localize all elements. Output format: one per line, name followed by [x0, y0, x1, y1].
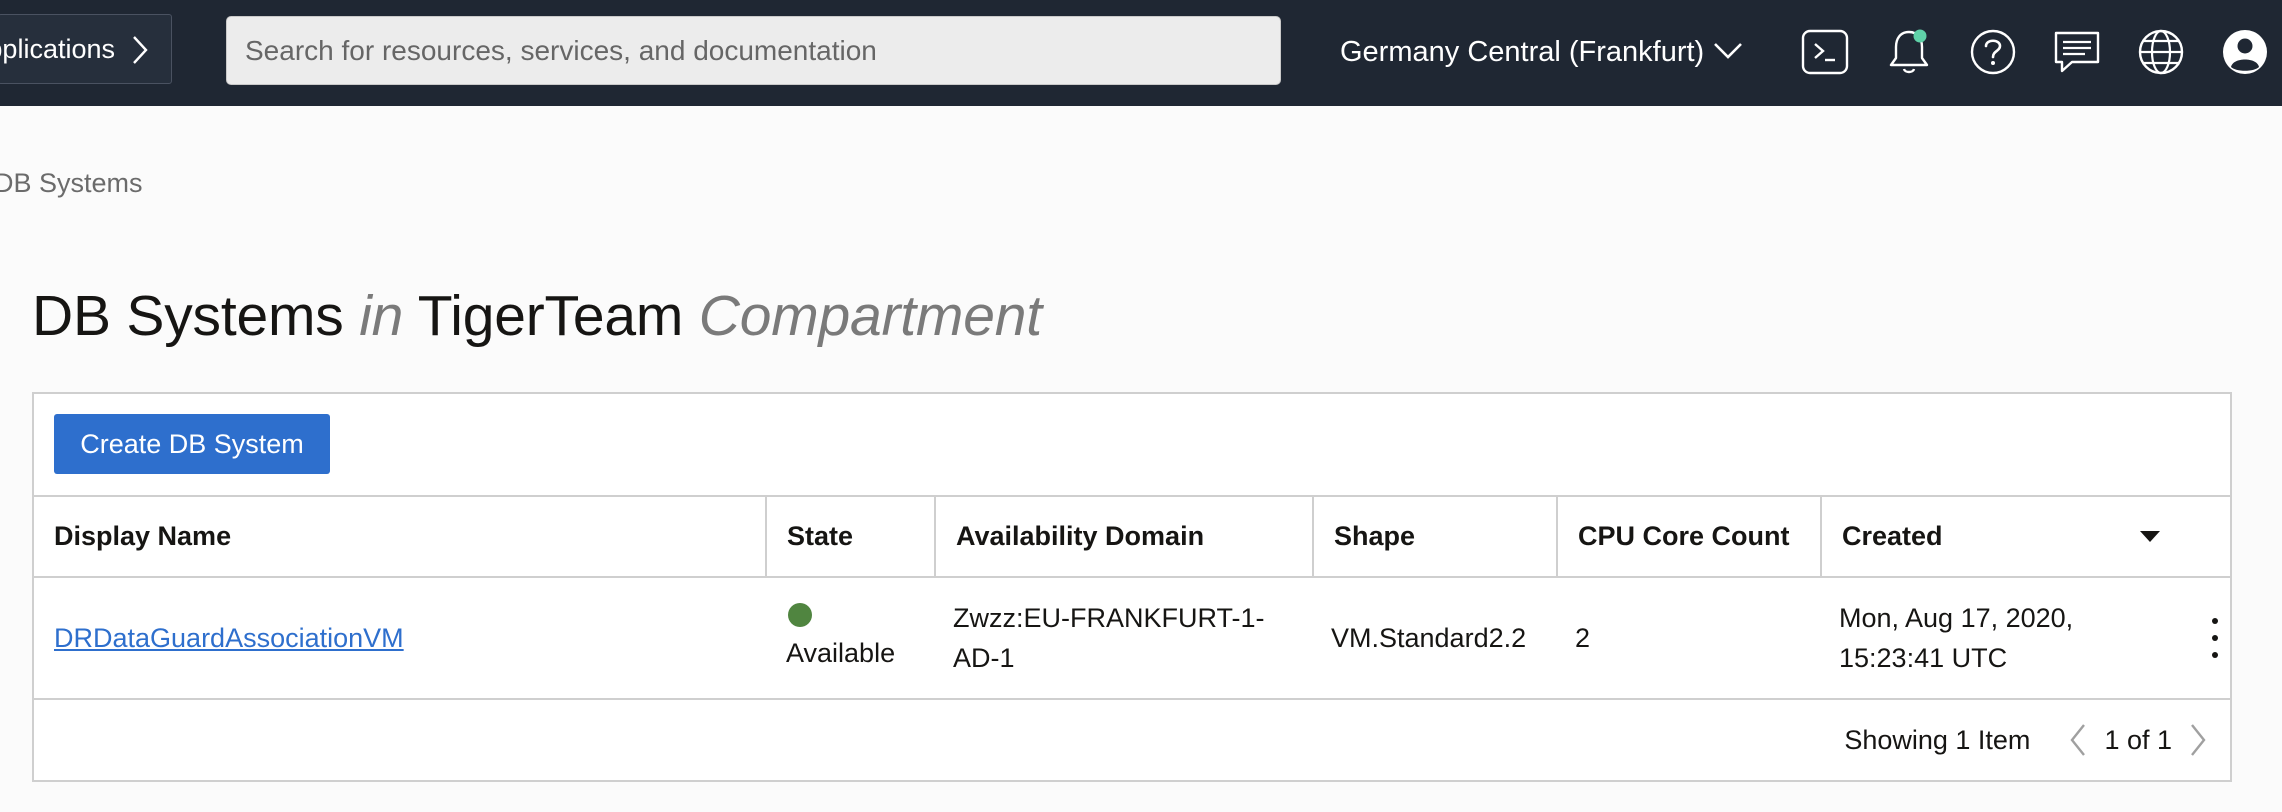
next-page-icon[interactable]	[2180, 720, 2216, 760]
top-navigation-bar: Applications Germany Central (Frankfurt)	[0, 0, 2282, 106]
applications-label: Applications	[0, 33, 115, 64]
bell-icon[interactable]	[1881, 24, 1937, 80]
state-available-icon	[788, 603, 812, 627]
notification-dot	[1913, 29, 1927, 43]
region-label: Germany Central (Frankfurt)	[1340, 35, 1705, 68]
sort-descending-icon[interactable]	[2140, 531, 2160, 542]
table-header-row: Display Name State Availability Domain S…	[34, 495, 2230, 578]
column-header-created-label: Created	[1842, 521, 1943, 551]
db-system-name-link[interactable]: DRDataGuardAssociationVM	[54, 623, 404, 653]
column-header-state[interactable]: State	[766, 495, 936, 578]
column-header-availability-domain[interactable]: Availability Domain	[935, 495, 1314, 578]
column-header-cpu-core-count[interactable]: CPU Core Count	[1557, 495, 1822, 578]
cloud-shell-icon[interactable]	[1797, 24, 1853, 80]
row-actions-kebab-icon[interactable]	[2200, 618, 2230, 658]
table-row: DRDataGuardAssociationVM Available Zwzz:…	[34, 577, 2230, 700]
help-icon[interactable]	[1965, 24, 2021, 80]
availability-domain-line1: Zwzz:EU-FRANKFURT-1-	[953, 603, 1265, 633]
created-line1: Mon, Aug 17, 2020,	[1839, 603, 2074, 633]
db-systems-table: Display Name State Availability Domain S…	[34, 495, 2230, 700]
title-compartment: TigerTeam	[417, 284, 684, 348]
search-input[interactable]	[226, 16, 1281, 85]
column-header-display-name[interactable]: Display Name	[34, 495, 767, 578]
chevron-right-icon	[131, 34, 149, 71]
table-pagination: Showing 1 Item 1 of 1	[1844, 698, 2230, 782]
region-selector[interactable]: Germany Central (Frankfurt)	[1340, 0, 1744, 104]
title-main: DB Systems	[32, 284, 344, 348]
chevron-down-icon	[1712, 36, 1744, 69]
applications-button[interactable]: Applications	[0, 14, 172, 84]
breadcrumb[interactable]: DB Systems	[0, 168, 143, 199]
availability-domain-line2: AD-1	[953, 643, 1015, 673]
user-icon[interactable]	[2217, 24, 2273, 80]
title-connector: in	[359, 284, 404, 348]
item-count: Showing 1 Item	[1844, 724, 2031, 755]
column-header-shape[interactable]: Shape	[1313, 495, 1558, 578]
created-line2: 15:23:41 UTC	[1839, 643, 2008, 673]
page-title: DB Systems in TigerTeam Compartment	[32, 283, 1042, 349]
globe-icon[interactable]	[2133, 24, 2189, 80]
chat-icon[interactable]	[2049, 24, 2105, 80]
db-systems-panel: Create DB System Display Name State Avai…	[32, 392, 2232, 782]
breadcrumb-current[interactable]: DB Systems	[0, 168, 143, 198]
title-suffix: Compartment	[698, 284, 1042, 348]
create-db-system-button[interactable]: Create DB System	[54, 414, 330, 474]
previous-page-icon[interactable]	[2060, 720, 2096, 760]
state-label: Available	[786, 638, 896, 668]
page-info: 1 of 1	[2104, 724, 2172, 755]
shape-value: VM.Standard2.2	[1331, 623, 1527, 653]
column-header-created[interactable]: Created	[1821, 495, 2230, 578]
cpu-core-count-value: 2	[1575, 623, 1591, 653]
